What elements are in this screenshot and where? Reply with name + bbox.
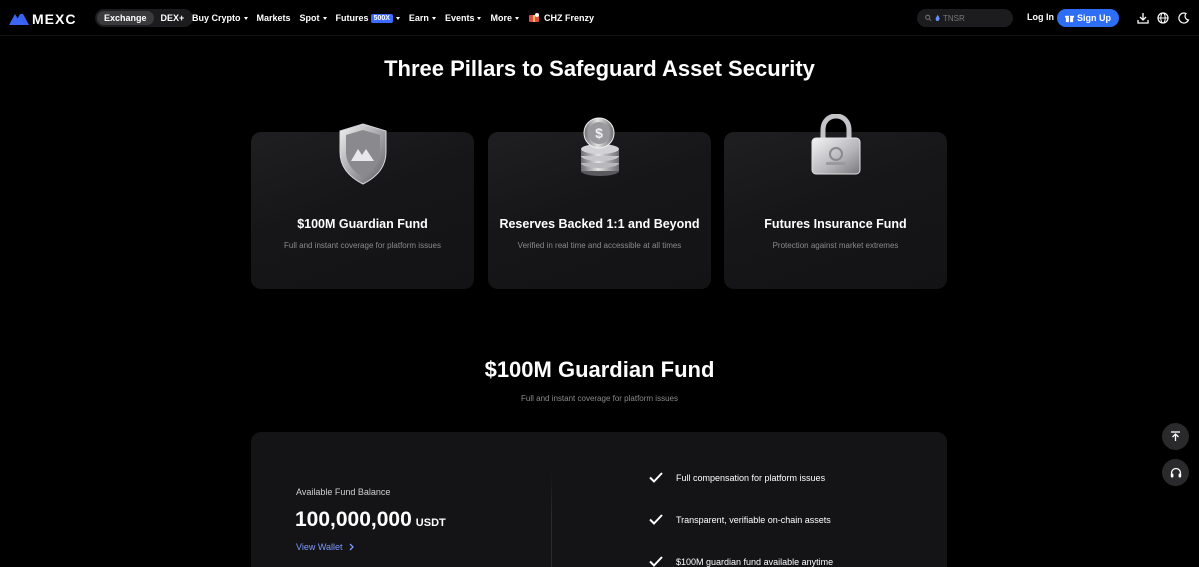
- tab-dex-plus[interactable]: DEX+: [154, 11, 192, 25]
- checkmark-icon: [649, 556, 663, 567]
- main-menu: Buy Crypto Markets Spot Futures 500X Earn…: [192, 0, 603, 36]
- menu-futures[interactable]: Futures 500X: [336, 13, 400, 23]
- panel-divider: [551, 472, 552, 567]
- menu-more[interactable]: More: [490, 13, 519, 23]
- caret-down-icon: [395, 16, 400, 20]
- mexc-logo-icon: [9, 14, 29, 25]
- download-icon[interactable]: [1137, 12, 1149, 24]
- view-wallet-label: View Wallet: [296, 542, 343, 552]
- feature-text: Full compensation for platform issues: [676, 472, 826, 483]
- moon-icon[interactable]: [1178, 12, 1190, 24]
- guardian-fund-title: $100M Guardian Fund: [484, 357, 715, 382]
- balance-value: 100,000,000: [295, 508, 412, 531]
- caret-down-icon: [322, 16, 327, 20]
- feature-item: Transparent, verifiable on-chain assets: [649, 514, 831, 525]
- menu-label: Futures: [335, 13, 369, 23]
- signup-button[interactable]: Sign Up: [1057, 9, 1119, 27]
- padlock-icon: [811, 114, 860, 175]
- feature-text: $100M guardian fund available anytime: [676, 556, 834, 567]
- feature-item: Full compensation for platform issues: [649, 472, 825, 483]
- tab-exchange[interactable]: Exchange: [97, 11, 154, 25]
- svg-text:$: $: [595, 125, 603, 141]
- logo-text: MEXC: [32, 11, 77, 27]
- menu-chz-frenzy[interactable]: CHZ Frenzy: [528, 13, 594, 23]
- menu-label: Spot: [299, 13, 320, 23]
- login-link[interactable]: Log In: [1027, 12, 1054, 22]
- card-description: Protection against market extremes: [772, 241, 899, 250]
- card-title: $100M Guardian Fund: [297, 217, 428, 231]
- back-to-top-icon: [1171, 431, 1180, 441]
- feature-item: $100M guardian fund available anytime: [649, 556, 833, 567]
- feature-text: Transparent, verifiable on-chain assets: [676, 514, 831, 525]
- caret-down-icon: [243, 16, 248, 20]
- chevron-right-icon: [349, 543, 354, 551]
- caret-down-icon: [514, 16, 519, 20]
- menu-events[interactable]: Events: [445, 13, 482, 23]
- guardian-fund-subtitle: Full and instant coverage for platform i…: [521, 394, 678, 403]
- coins-icon: $: [580, 117, 619, 176]
- menu-markets[interactable]: Markets: [257, 13, 291, 23]
- menu-label: CHZ Frenzy: [543, 13, 594, 23]
- support-button[interactable]: [1162, 459, 1189, 486]
- globe-icon[interactable]: [1157, 12, 1169, 24]
- balance-label: Available Fund Balance: [296, 487, 391, 497]
- card-description: Full and instant coverage for platform i…: [284, 241, 441, 250]
- menu-label: Markets: [256, 13, 291, 23]
- gift-icon: [1065, 15, 1074, 22]
- back-to-top-button[interactable]: [1162, 423, 1189, 450]
- search-box[interactable]: [917, 9, 1013, 27]
- search-icon: [925, 14, 932, 22]
- card-title: Reserves Backed 1:1 and Beyond: [499, 217, 700, 231]
- card-description: Verified in real time and accessible at …: [517, 241, 682, 250]
- gift-promo-icon: [528, 13, 539, 22]
- top-nav: MEXC Exchange DEX+ Buy Crypto Markets Sp…: [0, 0, 1199, 36]
- leverage-badge: 500X: [370, 13, 393, 23]
- menu-label: Buy Crypto: [192, 13, 241, 23]
- signup-label: Sign Up: [1077, 13, 1111, 23]
- guardian-fund-panel: Available Fund Balance 100,000,000 USDT V…: [251, 432, 947, 567]
- menu-label: Events: [444, 13, 475, 23]
- checkmark-icon: [649, 472, 663, 483]
- headset-support-icon: [1170, 467, 1181, 477]
- pillar-card-insurance[interactable]: Futures Insurance Fund Protection agains…: [724, 114, 947, 289]
- balance-unit: USDT: [415, 517, 446, 529]
- view-wallet-link[interactable]: View Wallet: [296, 542, 356, 552]
- balance-value-row: 100,000,000 USDT: [295, 508, 446, 532]
- caret-down-icon: [477, 16, 482, 20]
- pillar-card-reserves[interactable]: $ Reserves Backed 1:1 and Beyond Verifie…: [488, 117, 711, 289]
- checkmark-icon: [649, 514, 663, 525]
- fire-icon: [935, 14, 940, 21]
- mexc-logo[interactable]: MEXC: [9, 11, 76, 27]
- search-input[interactable]: [943, 13, 1013, 23]
- menu-earn[interactable]: Earn: [409, 13, 436, 23]
- menu-label: More: [490, 13, 512, 23]
- exchange-dex-switch: Exchange DEX+: [95, 9, 194, 27]
- section-title: Three Pillars to Safeguard Asset Securit…: [384, 56, 815, 81]
- menu-buy-crypto[interactable]: Buy Crypto: [192, 13, 248, 23]
- menu-spot[interactable]: Spot: [300, 13, 327, 23]
- menu-label: Earn: [408, 13, 429, 23]
- pillar-card-guardian-fund[interactable]: $100M Guardian Fund Full and instant cov…: [251, 123, 474, 289]
- shield-icon: [339, 123, 386, 185]
- card-title: Futures Insurance Fund: [764, 217, 907, 231]
- caret-down-icon: [431, 16, 436, 20]
